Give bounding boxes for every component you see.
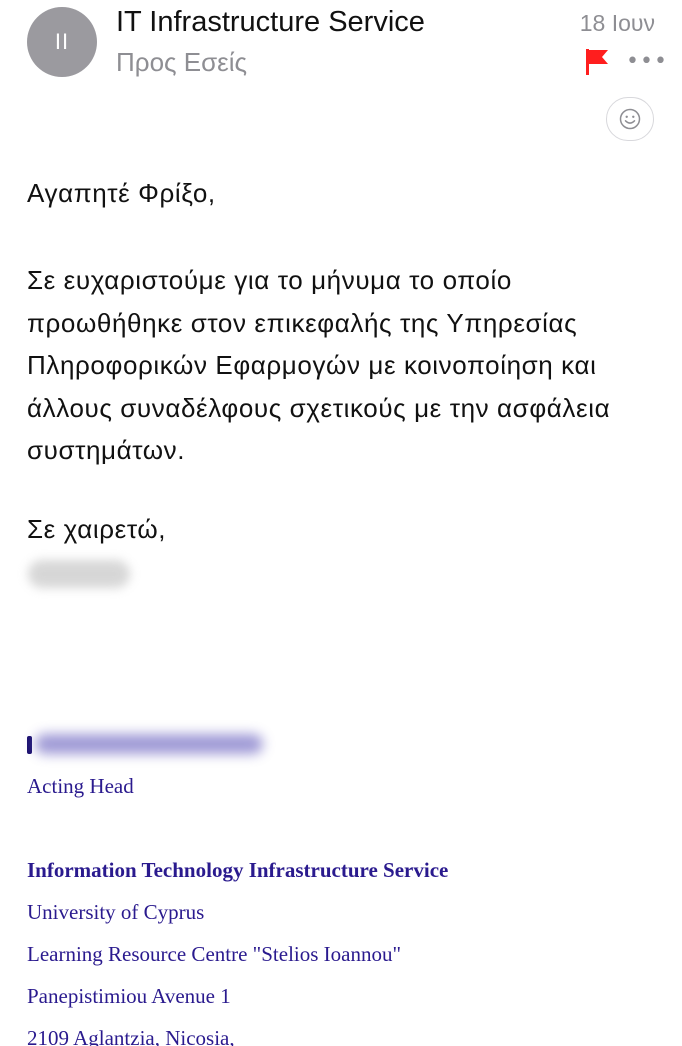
redacted-signer-name [28,560,130,588]
signature-university: University of Cyprus [27,900,205,924]
greeting-text: Αγαπητέ Φρίξο, [27,178,216,208]
recipient-label[interactable]: Προς Εσείς [116,47,247,78]
message-paragraph: Σε ευχαριστούμε για το μήνυμα το οποίο π… [27,265,611,465]
signature-organization: Information Technology Infrastructure Se… [27,858,449,882]
signature-address: Panepistimiou Avenue 1 [27,984,231,1008]
signature-role: Acting Head [27,774,134,798]
sender-name[interactable]: IT Infrastructure Service [116,6,425,39]
signature-building: Learning Resource Centre "Stelios Ioanno… [27,942,402,966]
closing-text: Σε χαιρετώ, [27,514,167,544]
add-reaction-button[interactable] [606,97,654,141]
flag-icon[interactable] [584,48,610,76]
signature-city: 2109 Aglantzia, Nicosia, [27,1026,235,1046]
avatar[interactable]: II [27,7,97,77]
more-icon[interactable]: ••• [626,51,667,73]
smiley-icon [619,108,641,130]
redacted-signature-name [27,730,263,756]
message-date: 18 Ιουν [579,10,655,36]
